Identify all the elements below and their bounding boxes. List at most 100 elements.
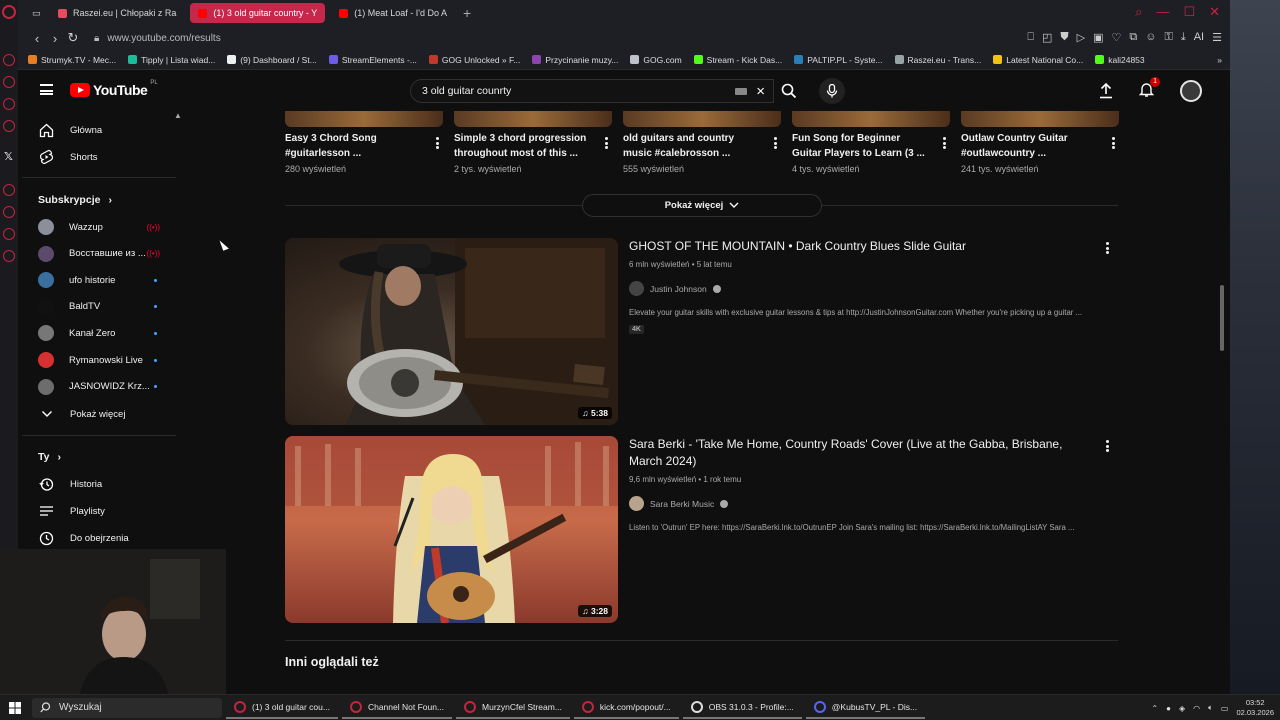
back-button[interactable]: ‹: [28, 31, 46, 46]
wallet-icon[interactable]: ▣: [1093, 31, 1103, 44]
music-player-icon[interactable]: [3, 184, 15, 196]
channel-link[interactable]: Justin Johnson: [629, 281, 1099, 296]
hamburger-menu-icon[interactable]: [40, 84, 53, 95]
sidebar-item-history[interactable]: Historia: [22, 471, 177, 497]
short-title[interactable]: Fun Song for Beginner Guitar Players to …: [792, 131, 950, 161]
sidebar-you-header[interactable]: Ty ›: [38, 451, 61, 463]
short-card[interactable]: Outlaw Country Guitar #outlawcountry ...…: [961, 131, 1119, 174]
minimize-button[interactable]: —: [1156, 4, 1169, 20]
short-thumbnail[interactable]: [454, 111, 612, 127]
sidebar-subscriptions-header[interactable]: Subskrypcje ›: [38, 194, 112, 206]
tray-app-icon[interactable]: ●: [1166, 704, 1171, 713]
battery-icon[interactable]: ▭: [1221, 704, 1229, 713]
sidebar-show-more[interactable]: Pokaż więcej: [22, 401, 177, 427]
short-title[interactable]: Simple 3 chord progression throughout mo…: [454, 131, 612, 161]
sidebar-subscription-item[interactable]: JASNOWIDZ Krz...: [22, 374, 177, 400]
bookmark-item[interactable]: Strumyk.TV - Mec...: [28, 55, 116, 65]
sidebar-item-shorts[interactable]: Shorts: [22, 144, 177, 170]
clock[interactable]: 03:52 02.03.2026: [1236, 698, 1274, 718]
sidebar-subscription-item[interactable]: BaldTV: [22, 294, 177, 320]
search-input[interactable]: 3 old guitar counrty ×: [410, 79, 774, 103]
tray-app-icon[interactable]: ◈: [1179, 704, 1185, 713]
instagram-icon[interactable]: [3, 76, 15, 88]
browser-tab[interactable]: (1) Meat Loaf - I'd Do A: [331, 3, 455, 23]
lock-ext-icon[interactable]: ⚿: [1164, 31, 1172, 44]
search-button[interactable]: [774, 79, 804, 103]
sidebar-subscription-item[interactable]: ufo historie: [22, 267, 177, 293]
upload-icon[interactable]: [1099, 83, 1113, 99]
sidebar-item-watch-later[interactable]: Do obejrzenia: [22, 525, 177, 551]
page-scrollbar[interactable]: [1220, 285, 1224, 351]
bookmark-item[interactable]: Stream - Kick Das...: [693, 55, 782, 65]
sidebar-subscription-item[interactable]: Восставшие из ... ((•)): [22, 241, 177, 267]
bookmark-item[interactable]: PALTIP.PL - Syste...: [794, 55, 883, 65]
short-options-icon[interactable]: [1107, 135, 1119, 151]
short-options-icon[interactable]: [769, 135, 781, 151]
forward-button[interactable]: ›: [46, 31, 64, 46]
clear-search-icon[interactable]: ×: [756, 83, 765, 100]
history-icon[interactable]: [3, 206, 15, 218]
short-thumbnail[interactable]: [792, 111, 950, 127]
short-card[interactable]: old guitars and country music #calebross…: [623, 131, 781, 174]
whatsapp-icon[interactable]: [3, 98, 15, 110]
short-card[interactable]: Fun Song for Beginner Guitar Players to …: [792, 131, 950, 174]
short-options-icon[interactable]: [600, 135, 612, 151]
bookmark-item[interactable]: Tipply | Lista wiad...: [128, 55, 215, 65]
sidebar-subscription-item[interactable]: Rymanowski Live: [22, 347, 177, 373]
ai-button[interactable]: AI: [1194, 31, 1204, 44]
video-thumbnail[interactable]: ♫ 5:38: [285, 238, 618, 425]
taskbar-app[interactable]: OBS 31.0.3 - Profile:...: [682, 697, 802, 719]
bookmark-item[interactable]: Latest National Co...: [993, 55, 1083, 65]
taskbar-app[interactable]: @KubusTV_PL - Dis...: [805, 697, 926, 719]
short-card[interactable]: Easy 3 Chord Song #guitarlesson ... 280 w…: [285, 131, 443, 174]
snapshot-icon[interactable]: ◰: [1042, 31, 1052, 44]
short-title[interactable]: old guitars and country music #calebross…: [623, 131, 781, 161]
bookmark-item[interactable]: GOG.com: [630, 55, 682, 65]
vk-icon[interactable]: [3, 120, 15, 132]
taskbar-app[interactable]: Channel Not Foun...: [341, 697, 453, 719]
bookmark-item[interactable]: Przycinanie muzy...: [532, 55, 618, 65]
taskbar-app[interactable]: kick.com/popout/...: [573, 697, 679, 719]
sidebar-subscription-item[interactable]: Wazzup ((•)): [22, 214, 177, 240]
bookmark-item[interactable]: (9) Dashboard / St...: [227, 55, 317, 65]
url-field[interactable]: 🔒︎ www.youtube.com/results: [94, 33, 221, 44]
sidebar-item-home[interactable]: Główna: [22, 117, 177, 143]
shield-icon[interactable]: ⛊: [1060, 31, 1068, 44]
taskbar-app[interactable]: MurzynCfel Stream...: [456, 697, 570, 719]
bookmark-item[interactable]: GOG Unlocked » F...: [428, 55, 520, 65]
volume-icon[interactable]: 🔈︎: [1208, 703, 1213, 713]
x-twitter-icon[interactable]: 𝕏: [4, 150, 13, 163]
show-more-button[interactable]: Pokaż więcej: [582, 194, 822, 217]
bookmark-item[interactable]: StreamElements -...: [328, 55, 417, 65]
notifications-button[interactable]: 1: [1138, 76, 1160, 101]
short-title[interactable]: Outlaw Country Guitar #outlawcountry ...: [961, 131, 1119, 161]
short-thumbnail[interactable]: [961, 111, 1119, 127]
sidebar-subscription-item[interactable]: Kanał Zero: [22, 320, 177, 346]
opera-logo-icon[interactable]: [2, 5, 16, 19]
start-button[interactable]: [0, 701, 30, 714]
wifi-icon[interactable]: ◠: [1193, 704, 1200, 713]
video-options-icon[interactable]: [1101, 240, 1113, 256]
messenger-icon[interactable]: [3, 54, 15, 66]
short-card[interactable]: Simple 3 chord progression throughout mo…: [454, 131, 612, 174]
workspaces-icon[interactable]: ▭: [24, 3, 44, 23]
channel-link[interactable]: Sara Berki Music: [629, 496, 1099, 511]
close-window-button[interactable]: ✕: [1209, 4, 1220, 20]
menu-icon[interactable]: ☰: [1212, 31, 1222, 44]
taskbar-app[interactable]: (1) 3 old guitar cou...: [226, 697, 338, 719]
extensions-icon[interactable]: ⧉: [1129, 31, 1137, 44]
browser-tab[interactable]: Raszei.eu | Chłopaki z Ra: [50, 3, 184, 23]
sidebar-item-playlists[interactable]: Playlisty: [22, 498, 177, 524]
taskbar-search[interactable]: Wyszukaj: [32, 697, 222, 718]
bookmark-item[interactable]: Raszei.eu - Trans...: [894, 55, 981, 65]
account-icon[interactable]: ☺: [1145, 31, 1156, 44]
pinboard-icon[interactable]: [3, 228, 15, 240]
voice-search-button[interactable]: [819, 78, 845, 104]
player-icon[interactable]: ▷: [1077, 31, 1085, 44]
short-thumbnail[interactable]: [623, 111, 781, 127]
user-avatar[interactable]: [1180, 80, 1202, 102]
downloads-icon[interactable]: ⤓: [1181, 31, 1186, 44]
search-tabs-icon[interactable]: ⌕: [1135, 4, 1142, 20]
youtube-logo[interactable]: YouTube PL: [70, 80, 158, 98]
heart-icon[interactable]: ♡: [1112, 31, 1122, 44]
